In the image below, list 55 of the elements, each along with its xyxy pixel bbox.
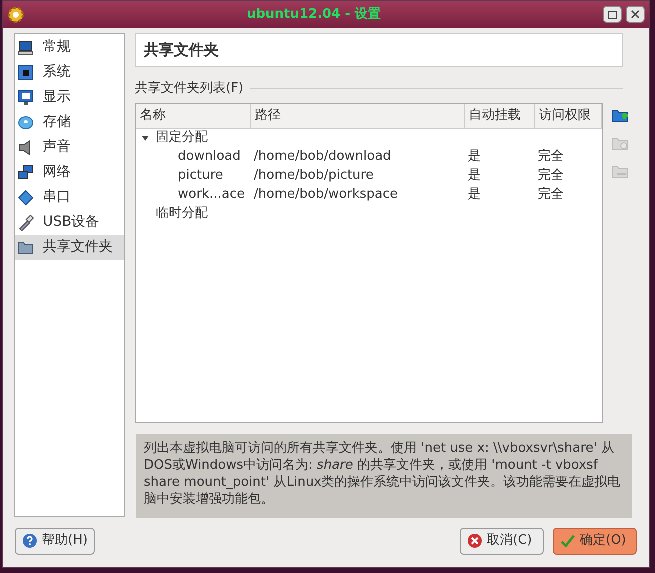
sidebar-item[interactable]: 网络 — [15, 160, 124, 185]
sidebar-item[interactable]: 系统 — [15, 60, 124, 85]
help-button[interactable]: 帮助(H) — [15, 528, 95, 554]
sidebar-item[interactable]: 常规 — [15, 35, 124, 60]
table-cell-text: picture — [177, 167, 224, 186]
chip-icon — [18, 64, 34, 80]
sidebar-item[interactable]: 存储 — [15, 110, 124, 135]
check-icon — [560, 533, 576, 549]
table-cell-text: /home/bob/workspace — [253, 186, 400, 204]
usb-plug-icon — [18, 214, 34, 230]
page-title: 共享文件夹 — [144, 40, 219, 61]
cancel-icon — [467, 533, 483, 549]
sidebar-item[interactable]: 声音 — [15, 135, 124, 160]
table-cell-text: 是 — [467, 148, 482, 166]
table-cell-text: 是 — [467, 167, 482, 186]
column-header[interactable]: 访问权限 — [535, 104, 602, 128]
plug-icon — [18, 190, 34, 206]
sidebar-item[interactable]: 显示 — [15, 85, 124, 110]
sidebar-item[interactable]: 串口 — [15, 185, 124, 210]
add-folder-icon[interactable] — [612, 108, 630, 124]
description-text: 列出本虚拟电脑可访问的所有共享文件夹。使用 'net use x: \\vboxsvr\share' 从DOS或Windows中访问名为: share 的共享文件夹，或使用 'mount -t vboxsf share mount_point' 从Linux类的操作系统中访问该文件夹。该功能需要在虚拟电脑中安装增强功能包。 — [144, 440, 622, 508]
table-cell-text: /home/bob/picture — [253, 167, 375, 186]
cancel-button[interactable]: 取消(C) — [460, 528, 544, 554]
group-name[interactable]: 固定分配 — [156, 128, 208, 148]
table-row[interactable]: picture /home/bob/picture 是 完全 — [136, 166, 602, 186]
table-cell-text: 完全 — [537, 167, 565, 186]
monitor-icon — [18, 90, 34, 106]
close-icon — [631, 10, 640, 19]
column-header[interactable]: 路径 — [251, 104, 465, 128]
sidebar-item[interactable]: 共享文件夹 — [15, 235, 124, 260]
table-cell-text: 完全 — [537, 186, 565, 204]
table-cell-text: download — [177, 148, 242, 166]
sidebar-item[interactable]: USB设备 — [15, 210, 124, 235]
help-icon — [22, 533, 38, 549]
maximize-button[interactable] — [603, 6, 622, 23]
close-button[interactable] — [626, 6, 645, 23]
table-cell-text: 完全 — [537, 148, 565, 166]
column-header[interactable]: 名称 — [136, 104, 251, 128]
table-cell-text: /home/bob/download — [253, 148, 392, 166]
folder-icon — [18, 240, 34, 256]
maximize-icon — [608, 10, 617, 18]
gear-icon[interactable] — [7, 6, 25, 24]
column-header[interactable]: 自动挂载 — [465, 104, 535, 128]
network-icon — [18, 164, 34, 180]
table-row[interactable]: download /home/bob/download 是 完全 — [136, 148, 602, 166]
group-name[interactable]: 临时分配 — [156, 204, 208, 224]
expander-icon[interactable] — [141, 134, 150, 142]
disc-icon — [18, 114, 34, 130]
computer-icon — [18, 40, 34, 56]
table-cell-text: 是 — [467, 186, 482, 204]
window-title: ubuntu12.04 - 设置 — [246, 6, 382, 24]
group-label: 共享文件夹列表(F) — [135, 80, 244, 98]
table-row[interactable]: work...ace /home/bob/workspace 是 完全 — [136, 186, 602, 204]
table-cell-text: work...ace — [177, 186, 246, 204]
ok-button[interactable]: 确定(O) — [553, 528, 637, 554]
